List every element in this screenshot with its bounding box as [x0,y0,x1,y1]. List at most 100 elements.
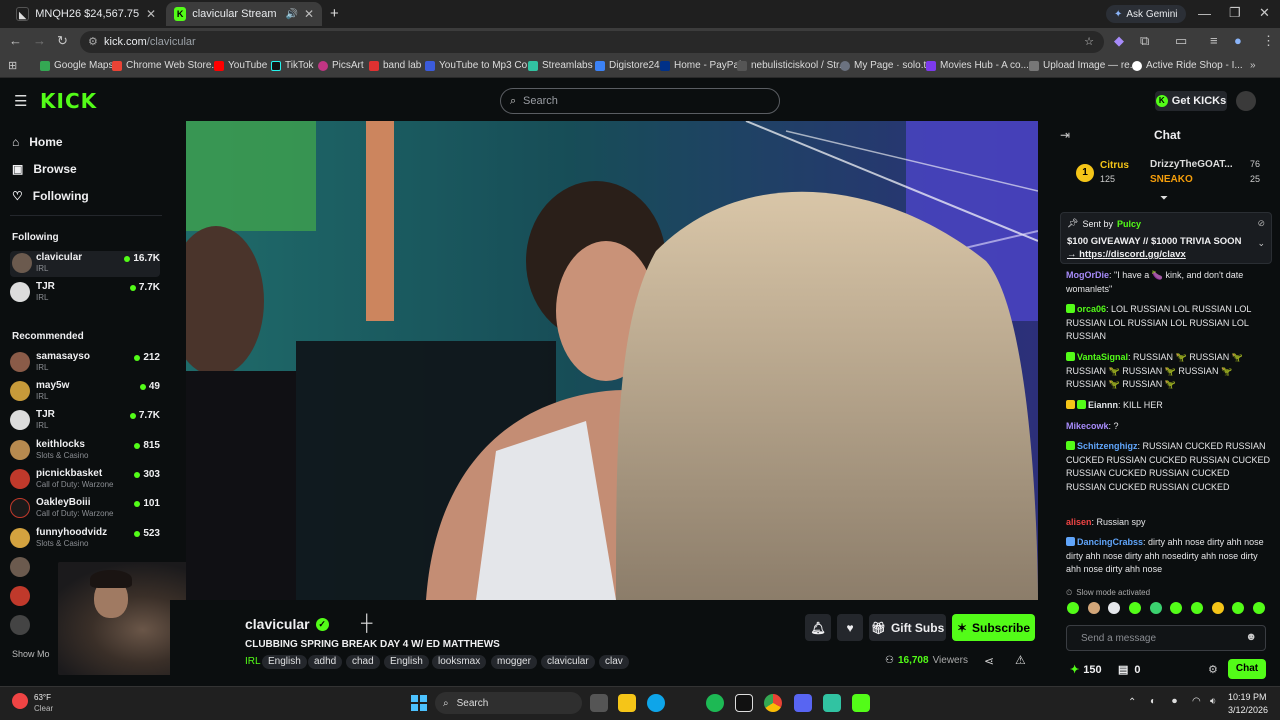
tray-app-icon[interactable]: ◐ [1150,696,1156,707]
emoji-icon[interactable]: ☻ [1245,631,1257,643]
bookmark-picsart[interactable]: PicsArt [318,60,364,71]
minimize-icon[interactable]: — [1198,6,1211,21]
bookmark-streamlabs[interactable]: Streamlabs [528,60,593,71]
show-more-link[interactable]: Show Mo [12,649,50,659]
chat-username[interactable]: Eiannn [1088,400,1118,410]
chat-username[interactable]: VantaSignal [1077,352,1128,362]
tab-clavicular[interactable]: K clavicular Stream - Watch L 🔊 ✕ [166,2,322,26]
channel-points[interactable]: ✦ 150 [1070,663,1102,677]
tray-overflow-icon[interactable]: ⌃ [1128,697,1136,708]
bookmark-star-icon[interactable]: ☆ [1084,31,1094,53]
close-tab-icon[interactable]: ✕ [304,7,314,21]
extension-icon[interactable]: ◆ [1114,33,1124,49]
taskbar-time[interactable]: 10:19 PM [1228,692,1267,702]
notification-bell-button[interactable]: 🔔︎ [805,614,831,641]
bookmark-paypal[interactable]: Home - PayPal [660,60,741,71]
bookmark-yt-mp3[interactable]: YouTube to Mp3 Co... [425,60,536,71]
volume-icon[interactable]: 🔉︎ [1210,696,1216,707]
forward-icon[interactable]: → [33,33,46,48]
bookmark-movies-hub[interactable]: Movies Hub - A co... [926,60,1029,71]
bookmark-active-ride[interactable]: Active Ride Shop - I... [1132,60,1243,71]
tag-english[interactable]: English [262,655,307,669]
chat-username[interactable]: DancingCrabss [1077,537,1143,547]
cast-icon[interactable]: ▭ [1175,33,1187,49]
ask-gemini-button[interactable]: ✦ Ask Gemini [1106,5,1186,23]
kicks-balance[interactable]: ▤ 0 [1118,663,1141,677]
user-avatar[interactable] [1236,91,1256,111]
nav-following[interactable]: ♡ Following [12,189,89,203]
emote-icon[interactable] [1170,602,1183,614]
profile-icon[interactable]: ● [1234,33,1242,48]
taskbar-date[interactable]: 3/12/2026 [1228,705,1268,715]
unpin-icon[interactable]: ⊘ [1257,218,1265,229]
channel-title[interactable]: clavicular ✓ [245,616,329,632]
kick-app-icon[interactable] [852,694,870,712]
chat-username[interactable]: Schitzenghigz [1077,441,1138,451]
search-input[interactable]: ⌕ Search [500,88,780,114]
bookmark-tiktok[interactable]: TikTok [271,60,314,71]
hamburger-menu-icon[interactable]: ☰ [14,92,27,110]
sidebar-channel-samasayso[interactable]: samasayso IRL 212 [10,350,160,376]
emote-icon[interactable] [1211,602,1224,614]
tag-clavicular[interactable]: clavicular [541,655,595,669]
chat-username[interactable]: Mikecowk [1066,421,1109,431]
emote-icon[interactable] [1087,602,1100,614]
pinned-message[interactable]: 📌︎ Sent by Pulcy ⊘ $100 GIVEAWAY // $100… [1060,212,1272,264]
tag-chad[interactable]: chad [346,655,380,669]
tag-english-2[interactable]: English [384,655,429,669]
tradingview-icon[interactable] [735,694,753,712]
follow-heart-button[interactable]: ♥ [837,614,863,641]
sidebar-channel-funnyhoodvidz[interactable]: funnyhoodvidz Slots & Casino 523 [10,526,160,552]
bookmarks-overflow-icon[interactable]: » [1250,60,1256,71]
bookmark-bandlab[interactable]: band lab [369,60,421,71]
edge-icon[interactable] [647,694,665,712]
media-icon[interactable]: ≡ [1210,33,1218,48]
sidebar-channel-picnickbasket[interactable]: picnickbasket Call of Duty: Warzone 303 [10,467,160,493]
chat-username[interactable]: MogOrDie [1066,270,1109,280]
new-tab-button[interactable]: + [330,5,339,22]
leader-name[interactable]: Citrus [1100,160,1129,171]
back-icon[interactable]: ← [9,33,22,48]
subscribe-button[interactable]: ✶ Subscribe [952,614,1035,641]
windows-start-icon[interactable] [411,695,427,711]
sidebar-channel-clavicular[interactable]: clavicular IRL 16.7K [10,251,160,277]
sidebar-channel-tjr[interactable]: TJR IRL 7.7K [10,280,160,306]
kick-logo[interactable]: KICK [40,89,97,113]
bookmark-upload-image[interactable]: Upload Image — re... [1029,60,1138,71]
menu-kebab-icon[interactable]: ⋮ [1262,33,1275,49]
task-view-icon[interactable] [590,694,608,712]
collapse-chat-icon[interactable]: ⇥ [1060,128,1070,142]
emote-icon[interactable] [1232,602,1245,614]
nav-browse[interactable]: ▣ Browse [12,162,77,176]
address-bar[interactable]: ⚙ kick.com/clavicular ☆ [80,31,1104,53]
tag-adhd[interactable]: adhd [308,655,343,669]
gift-subs-button[interactable]: 🎁︎ Gift Subs [869,614,946,641]
sidebar-channel-keithlocks[interactable]: keithlocks Slots & Casino 815 [10,438,160,464]
emote-icon[interactable] [1067,602,1079,614]
microphone-icon[interactable]: ⏺ [1172,696,1177,707]
tab-mnq[interactable]: ◣ MNQH26 $24,567.75 ▲ +0.03% ✕ [8,2,164,26]
maximize-icon[interactable]: ❐ [1229,5,1241,21]
bookmark-youtube[interactable]: YouTube [214,60,267,71]
chat-username[interactable]: alisen [1066,517,1092,527]
site-info-icon[interactable]: ⚙ [88,31,98,53]
chevron-down-icon[interactable]: ⌄ [1257,238,1265,249]
chat-message-input[interactable]: Send a message ☻ [1066,625,1266,651]
share-icon[interactable]: ⋖ [984,654,994,668]
weather-icon[interactable] [12,693,28,709]
leader-name[interactable]: DrizzyTheGOAT... [1150,159,1233,170]
apps-grid-icon[interactable]: ⊞ [8,59,17,72]
emote-icon[interactable] [1128,602,1141,614]
tag-clav[interactable]: clav [599,655,629,669]
bookmark-solo[interactable]: My Page · solo.to [840,60,932,71]
chat-settings-gear-icon[interactable]: ⚙ [1208,663,1218,676]
stream-category-link[interactable]: IRL [245,656,261,667]
leader-name[interactable]: SNEAKO [1150,174,1193,185]
sidebar-channel-may5w[interactable]: may5w IRL 49 [10,379,160,405]
bookmark-digistore[interactable]: Digistore24 [595,60,660,71]
spotify-icon[interactable] [706,694,724,712]
taskbar-search[interactable]: ⌕ Search [435,692,582,714]
extensions-puzzle-icon[interactable]: ⧉ [1140,33,1149,49]
emote-icon[interactable] [1149,602,1162,614]
get-kicks-button[interactable]: K Get KICKs [1155,91,1227,111]
